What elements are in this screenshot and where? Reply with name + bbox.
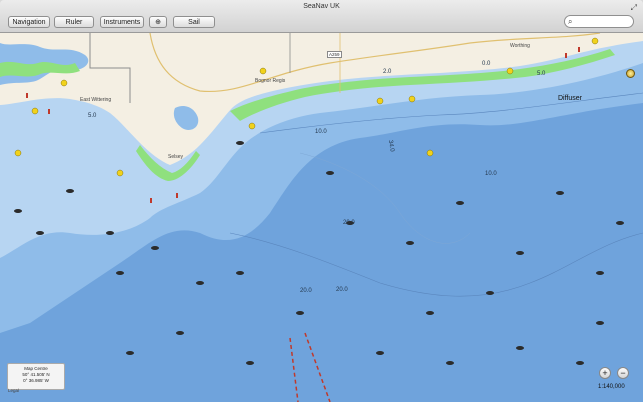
app-window: SeaNav UK ⤢ Navigation Ruler Instruments…: [0, 0, 643, 402]
navigation-button[interactable]: Navigation: [8, 16, 50, 28]
zoom-in-button[interactable]: +: [599, 367, 611, 379]
ruler-button[interactable]: Ruler: [54, 16, 94, 28]
depth-label: 10.0: [315, 129, 327, 135]
depth-label: 0.0: [482, 61, 491, 67]
place-label-selsey: Selsey: [168, 154, 184, 160]
depth-label: 2.0: [383, 69, 392, 75]
crosshair-icon: ⊕: [155, 19, 161, 26]
place-label-bognor-regis: Bognor Regis: [255, 78, 286, 84]
chart-map[interactable]: East Wittering Bognor Regis Worthing Sel…: [0, 33, 643, 402]
place-label-east-wittering: East Wittering: [80, 97, 112, 103]
road-label-a259: A259: [327, 51, 342, 58]
crosshair-button[interactable]: ⊕: [149, 16, 167, 28]
instruments-button[interactable]: Instruments: [100, 16, 144, 28]
search-input[interactable]: [577, 17, 629, 26]
window-title: SeaNav UK: [303, 3, 340, 10]
zoom-out-button[interactable]: −: [617, 367, 629, 379]
scale-label: 1:140,000: [598, 384, 625, 390]
map-centre-lon: 0° 36.985' W: [23, 378, 49, 383]
title-bar: SeaNav UK ⤢ Navigation Ruler Instruments…: [0, 0, 643, 33]
compass-icon[interactable]: [626, 69, 635, 78]
legal-link[interactable]: Legal: [8, 388, 19, 393]
map-centre-panel: Map Centre 50° 41.505' N 0° 36.985' W: [7, 363, 65, 390]
diffuser-label: Diffuser: [558, 95, 582, 102]
depth-label: 5.0: [88, 113, 97, 119]
depth-label: 5.0: [537, 71, 546, 77]
depth-label: 20.0: [300, 288, 312, 294]
depth-label: 20.0: [343, 220, 355, 226]
search-icon: ⌕: [568, 17, 573, 26]
depth-label: 20.0: [336, 287, 348, 293]
place-label-worthing: Worthing: [510, 43, 530, 49]
search-field[interactable]: ⌕: [564, 15, 634, 28]
depth-label: 10.0: [485, 171, 497, 177]
sail-button[interactable]: Sail: [173, 16, 215, 28]
chart-canvas: [0, 33, 643, 402]
fullscreen-icon[interactable]: ⤢: [631, 3, 637, 13]
